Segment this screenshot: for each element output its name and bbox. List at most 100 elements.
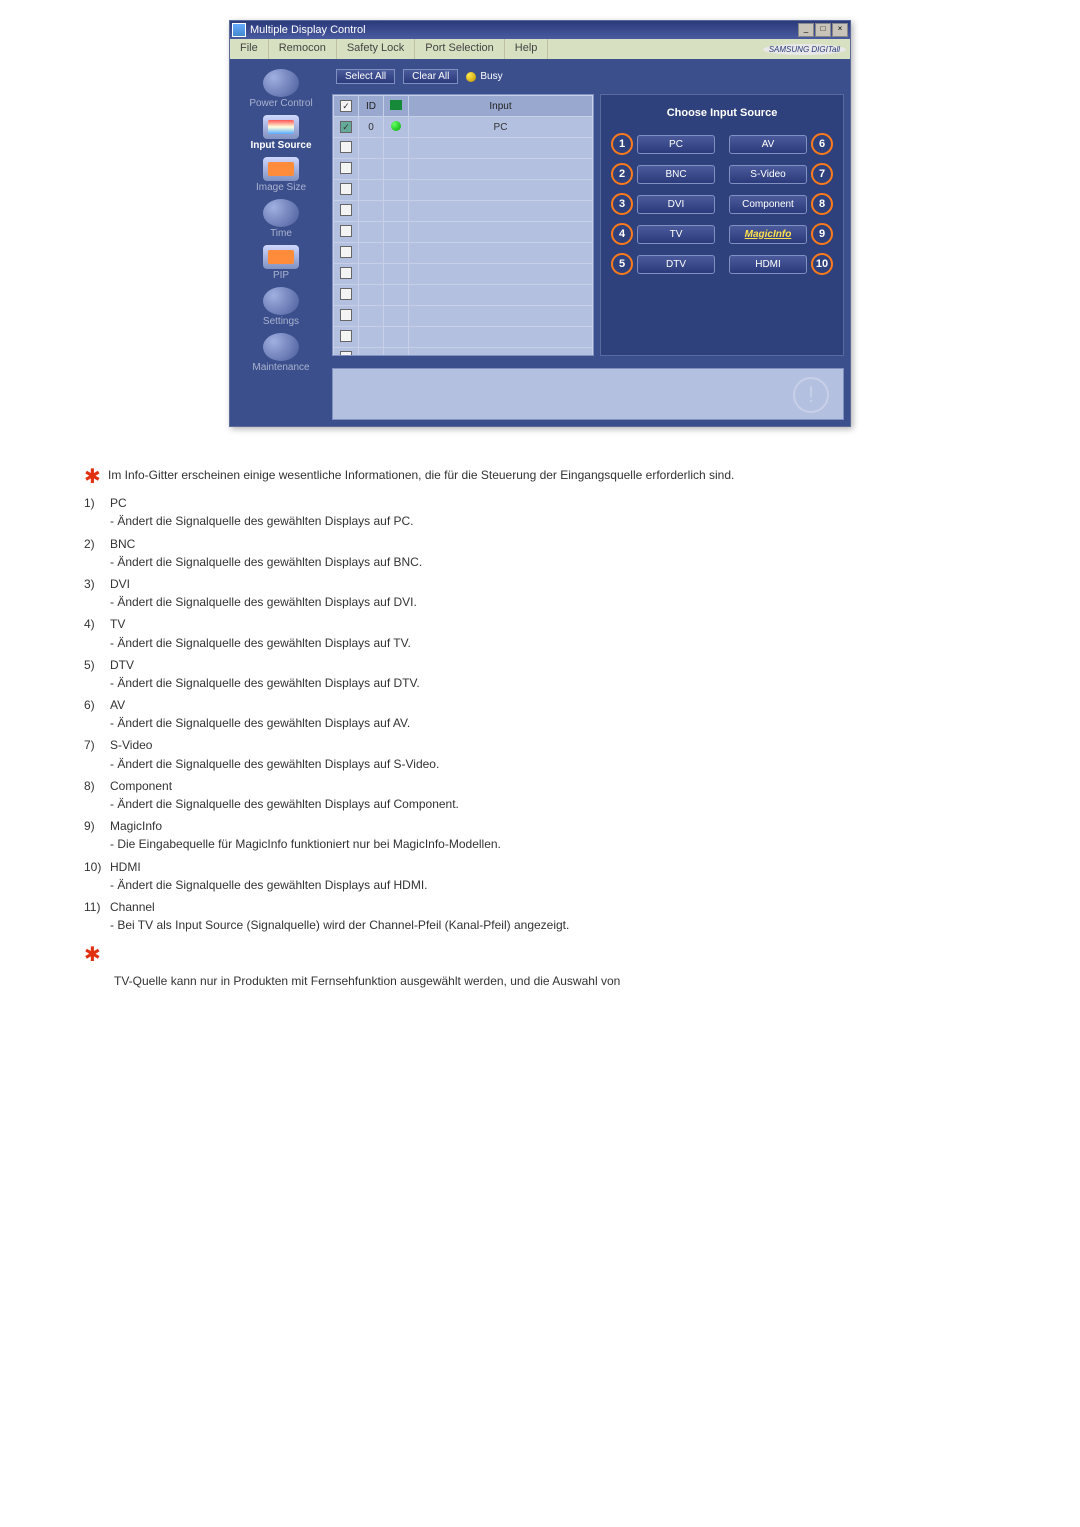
grid-row: [334, 138, 593, 159]
busy-indicator: Busy: [466, 71, 502, 82]
row-checkbox[interactable]: [340, 183, 352, 195]
item-desc: - Ändert die Signalquelle des gewählten …: [110, 635, 996, 651]
callout-5: 5: [611, 253, 633, 275]
time-icon: [263, 199, 299, 227]
item-number: 7): [84, 737, 110, 771]
menu-port-selection[interactable]: Port Selection: [415, 39, 504, 59]
sidebar-time[interactable]: Time: [236, 195, 326, 239]
item-title: MagicInfo: [110, 818, 996, 834]
input-source-icon: [263, 115, 299, 139]
input-dvi-button[interactable]: DVI: [637, 195, 715, 214]
callout-3: 3: [611, 193, 633, 215]
item-title: S-Video: [110, 737, 996, 753]
item-desc: - Ändert die Signalquelle des gewählten …: [110, 554, 996, 570]
input-dtv-button[interactable]: DTV: [637, 255, 715, 274]
choose-input-header: Choose Input Source: [607, 107, 837, 119]
numbered-list: 1)PC- Ändert die Signalquelle des gewähl…: [84, 495, 996, 933]
row-checkbox[interactable]: [340, 141, 352, 153]
item-desc: - Ändert die Signalquelle des gewählten …: [110, 756, 996, 772]
item-title: TV: [110, 616, 996, 632]
row-checkbox[interactable]: [340, 351, 352, 357]
row-checkbox[interactable]: [340, 246, 352, 258]
menu-remocon[interactable]: Remocon: [269, 39, 337, 59]
info-grid[interactable]: ID Input 0 PC: [332, 94, 594, 356]
row-input: PC: [409, 117, 593, 138]
row-checkbox[interactable]: [340, 330, 352, 342]
item-number: 8): [84, 778, 110, 812]
sidebar-input-source[interactable]: Input Source: [236, 111, 326, 151]
row-checkbox[interactable]: [340, 204, 352, 216]
callout-9: 9: [811, 223, 833, 245]
input-hdmi-button[interactable]: HDMI: [729, 255, 807, 274]
maintenance-icon: [263, 333, 299, 361]
grid-header-input[interactable]: Input: [409, 96, 593, 117]
row-checkbox[interactable]: [340, 225, 352, 237]
grid-row: [334, 201, 593, 222]
sidebar-settings[interactable]: Settings: [236, 283, 326, 327]
grid-header-status[interactable]: [384, 96, 409, 117]
menu-file[interactable]: File: [230, 39, 269, 59]
item-desc: - Ändert die Signalquelle des gewählten …: [110, 715, 996, 731]
sidebar-pip[interactable]: PIP: [236, 241, 326, 281]
grid-row: [334, 159, 593, 180]
maximize-button[interactable]: □: [815, 23, 831, 37]
minimize-button[interactable]: _: [798, 23, 814, 37]
grid-row: [334, 285, 593, 306]
item-number: 5): [84, 657, 110, 691]
input-svideo-button[interactable]: S-Video: [729, 165, 807, 184]
input-bnc-button[interactable]: BNC: [637, 165, 715, 184]
row-checkbox[interactable]: [340, 267, 352, 279]
clear-all-button[interactable]: Clear All: [403, 69, 458, 84]
sidebar-maintenance[interactable]: Maintenance: [236, 329, 326, 373]
sidebar-label: Time: [236, 228, 326, 239]
item-title: BNC: [110, 536, 996, 552]
menu-help[interactable]: Help: [505, 39, 549, 59]
callout-8: 8: [811, 193, 833, 215]
callout-10: 10: [811, 253, 833, 275]
sidebar-image-size[interactable]: Image Size: [236, 153, 326, 193]
menubar: File Remocon Safety Lock Port Selection …: [230, 39, 850, 59]
grid-row: [334, 264, 593, 285]
row-checkbox[interactable]: [340, 288, 352, 300]
item-desc: - Die Eingabequelle für MagicInfo funkti…: [110, 836, 996, 852]
input-av-button[interactable]: AV: [729, 135, 807, 154]
close-button[interactable]: ×: [832, 23, 848, 37]
grid-row: [334, 327, 593, 348]
busy-label: Busy: [480, 71, 502, 82]
input-tv-button[interactable]: TV: [637, 225, 715, 244]
row-checkbox[interactable]: [340, 309, 352, 321]
row-id: 0: [359, 117, 384, 138]
grid-row: [334, 348, 593, 357]
input-pc-button[interactable]: PC: [637, 135, 715, 154]
grid-header-check[interactable]: [334, 96, 359, 117]
row-checkbox[interactable]: [340, 121, 352, 133]
item-number: 6): [84, 697, 110, 731]
item-title: DTV: [110, 657, 996, 673]
grid-row: [334, 306, 593, 327]
item-desc: - Ändert die Signalquelle des gewählten …: [110, 796, 996, 812]
grid-header-id[interactable]: ID: [359, 96, 384, 117]
sidebar-label: Settings: [236, 316, 326, 327]
row-checkbox[interactable]: [340, 162, 352, 174]
menu-safety-lock[interactable]: Safety Lock: [337, 39, 415, 59]
star-icon: ✱: [84, 949, 98, 961]
item-desc: - Ändert die Signalquelle des gewählten …: [110, 877, 996, 893]
callout-1: 1: [611, 133, 633, 155]
pip-icon: [263, 245, 299, 269]
input-magicinfo-button[interactable]: MagicInfo: [729, 225, 807, 244]
sidebar-power-control[interactable]: Power Control: [236, 65, 326, 109]
footer-note: TV-Quelle kann nur in Produkten mit Fern…: [84, 973, 996, 989]
image-size-icon: [263, 157, 299, 181]
item-number: 3): [84, 576, 110, 610]
sidebar-label: Input Source: [236, 140, 326, 151]
grid-row: [334, 222, 593, 243]
item-desc: - Bei TV als Input Source (Signalquelle)…: [110, 917, 996, 933]
select-all-button[interactable]: Select All: [336, 69, 395, 84]
input-component-button[interactable]: Component: [729, 195, 807, 214]
sidebar: Power Control Input Source Image Size Ti…: [236, 65, 326, 420]
grid-row[interactable]: 0 PC: [334, 117, 593, 138]
settings-icon: [263, 287, 299, 315]
sidebar-label: PIP: [236, 270, 326, 281]
app-title: Multiple Display Control: [250, 24, 366, 36]
item-title: HDMI: [110, 859, 996, 875]
